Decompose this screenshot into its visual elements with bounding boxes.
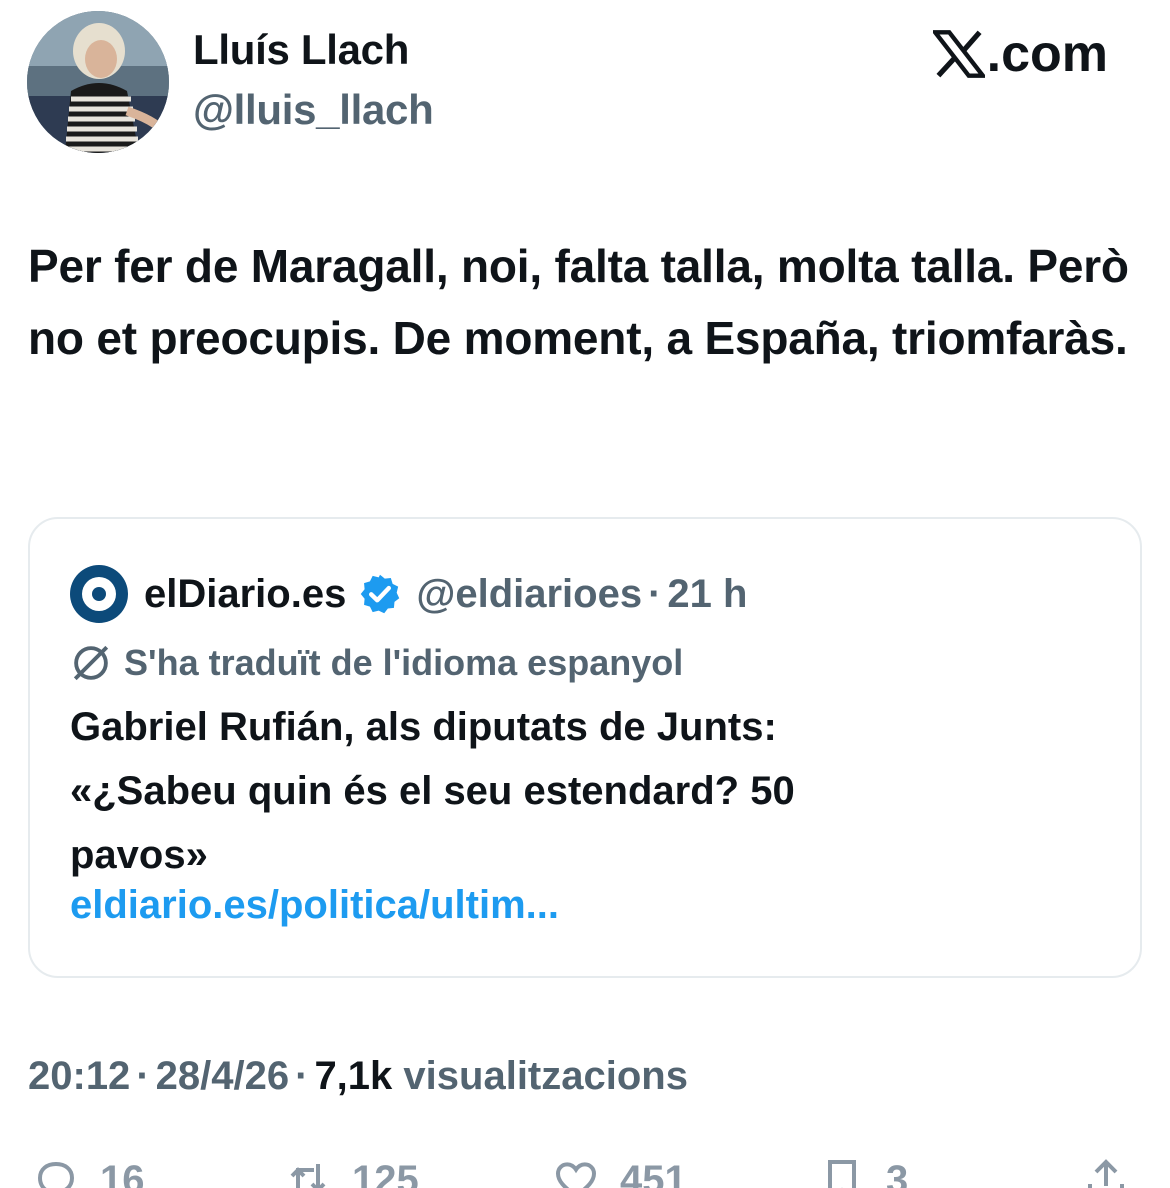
author-name[interactable]: Lluís Llach xyxy=(193,26,409,74)
meta-separator: · xyxy=(295,1054,309,1098)
eldiario-logo-icon[interactable] xyxy=(70,565,128,623)
quoted-text-line: Gabriel Rufián, als diputats de Junts: xyxy=(70,705,777,749)
header-separator: · xyxy=(648,571,662,616)
tweet-time[interactable]: 20:12 xyxy=(28,1054,130,1098)
like-count: 451 xyxy=(620,1157,687,1188)
quoted-article-link[interactable]: eldiario.es/politica/ultim... xyxy=(70,883,559,928)
reply-icon xyxy=(37,1161,75,1188)
repost-button[interactable]: 125 xyxy=(284,1156,419,1188)
quoted-tweet-card[interactable]: elDiario.es @eldiarioes · 21 h S'ha trad… xyxy=(28,517,1142,978)
quoted-text-line: pavos» xyxy=(70,833,208,877)
reply-button[interactable]: 16 xyxy=(32,1156,145,1188)
bookmark-count: 3 xyxy=(886,1157,909,1188)
tweet-date[interactable]: 28/4/26 xyxy=(156,1054,289,1098)
verified-badge-icon xyxy=(361,574,400,614)
quoted-author-name[interactable]: elDiario.es xyxy=(144,572,346,617)
tweet-screenshot: Lluís Llach @lluis_llach .com Per fer de… xyxy=(0,0,1170,1188)
quoted-tweet-header: elDiario.es @eldiarioes · 21 h xyxy=(70,565,747,623)
reply-count: 16 xyxy=(100,1157,145,1188)
repost-count: 125 xyxy=(352,1157,419,1188)
translation-label: S'ha traduït de l'idioma espanyol xyxy=(124,642,684,683)
quoted-timestamp[interactable]: 21 h xyxy=(667,572,747,617)
meta-separator: · xyxy=(136,1054,150,1098)
bookmark-button[interactable]: 3 xyxy=(818,1156,908,1188)
views-label: visualitzacions xyxy=(403,1054,688,1098)
tweet-meta: 20:12 · 28/4/26 · 7,1k visualitzacions xyxy=(28,1054,688,1099)
translation-notice[interactable]: S'ha traduït de l'idioma espanyol xyxy=(70,642,683,684)
author-handle[interactable]: @lluis_llach xyxy=(193,86,434,134)
x-logo-icon xyxy=(932,30,985,78)
quoted-author-handle[interactable]: @eldiarioes xyxy=(416,572,642,617)
repost-icon xyxy=(290,1164,326,1188)
bookmark-icon xyxy=(828,1160,856,1188)
quoted-tweet-text: Gabriel Rufián, als diputats de Junts: «… xyxy=(70,695,1070,887)
x-brand: .com xyxy=(932,24,1108,84)
share-button[interactable] xyxy=(1082,1156,1130,1188)
heart-icon xyxy=(555,1162,597,1188)
brand-domain: .com xyxy=(986,25,1108,83)
quoted-text-line: «¿Sabeu quin és el seu estendard? 50 xyxy=(70,769,795,813)
like-button[interactable]: 451 xyxy=(552,1156,687,1188)
share-icon xyxy=(1088,1159,1124,1188)
translate-icon xyxy=(73,645,109,681)
views-count: 7,1k xyxy=(314,1054,393,1098)
tweet-text: Per fer de Maragall, noi, falta talla, m… xyxy=(28,240,1129,364)
author-avatar[interactable] xyxy=(27,11,169,153)
